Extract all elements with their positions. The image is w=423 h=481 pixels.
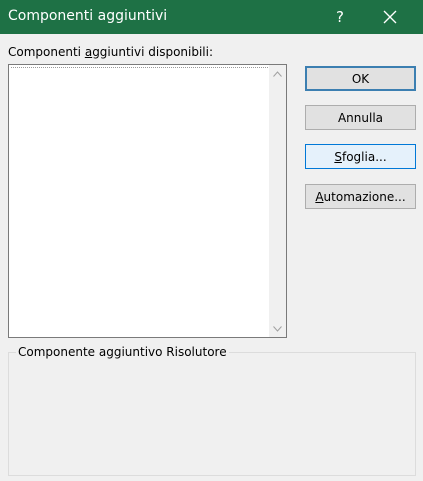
addins-dialog: Componenti aggiuntivi ? Componenti aggiu… — [0, 0, 423, 481]
addins-list-label-start: Componenti — [8, 45, 85, 59]
description-groupbox — [8, 352, 416, 476]
ok-button-label: OK — [351, 71, 370, 86]
title-bar[interactable]: Componenti aggiuntivi ? — [0, 0, 423, 34]
scroll-down-button[interactable] — [269, 320, 286, 337]
chevron-down-icon — [273, 325, 282, 332]
close-button[interactable] — [370, 0, 410, 34]
scroll-up-button[interactable] — [269, 65, 286, 82]
automation-button-label: Automazione... — [315, 190, 405, 204]
addins-list-label-end: ggiuntivi disponibili: — [92, 45, 214, 59]
browse-label-rest: foglia... — [341, 149, 387, 164]
close-icon — [383, 10, 397, 24]
addins-listbox[interactable] — [8, 64, 287, 338]
cancel-button[interactable]: Annulla — [305, 105, 416, 130]
help-button[interactable]: ? — [322, 0, 358, 34]
automation-access-key: A — [315, 189, 324, 204]
listbox-focus-line — [11, 67, 268, 68]
browse-button[interactable]: Sfoglia... — [305, 144, 416, 169]
description-group-title: Componente aggiuntivo Risolutore — [16, 345, 229, 359]
chevron-up-icon — [273, 70, 282, 77]
browse-access-key: S — [334, 149, 342, 164]
help-icon: ? — [336, 8, 344, 26]
ok-button[interactable]: OK — [305, 66, 416, 91]
browse-button-label: Sfoglia... — [334, 150, 386, 164]
window-title: Componenti aggiuntivi — [8, 8, 168, 24]
automation-label-rest: utomazione... — [323, 189, 406, 204]
listbox-scrollbar[interactable] — [269, 65, 286, 337]
automation-button[interactable]: Automazione... — [305, 184, 416, 209]
addins-list-label: Componenti aggiuntivi disponibili: — [8, 45, 213, 59]
cancel-button-label: Annulla — [337, 110, 384, 125]
